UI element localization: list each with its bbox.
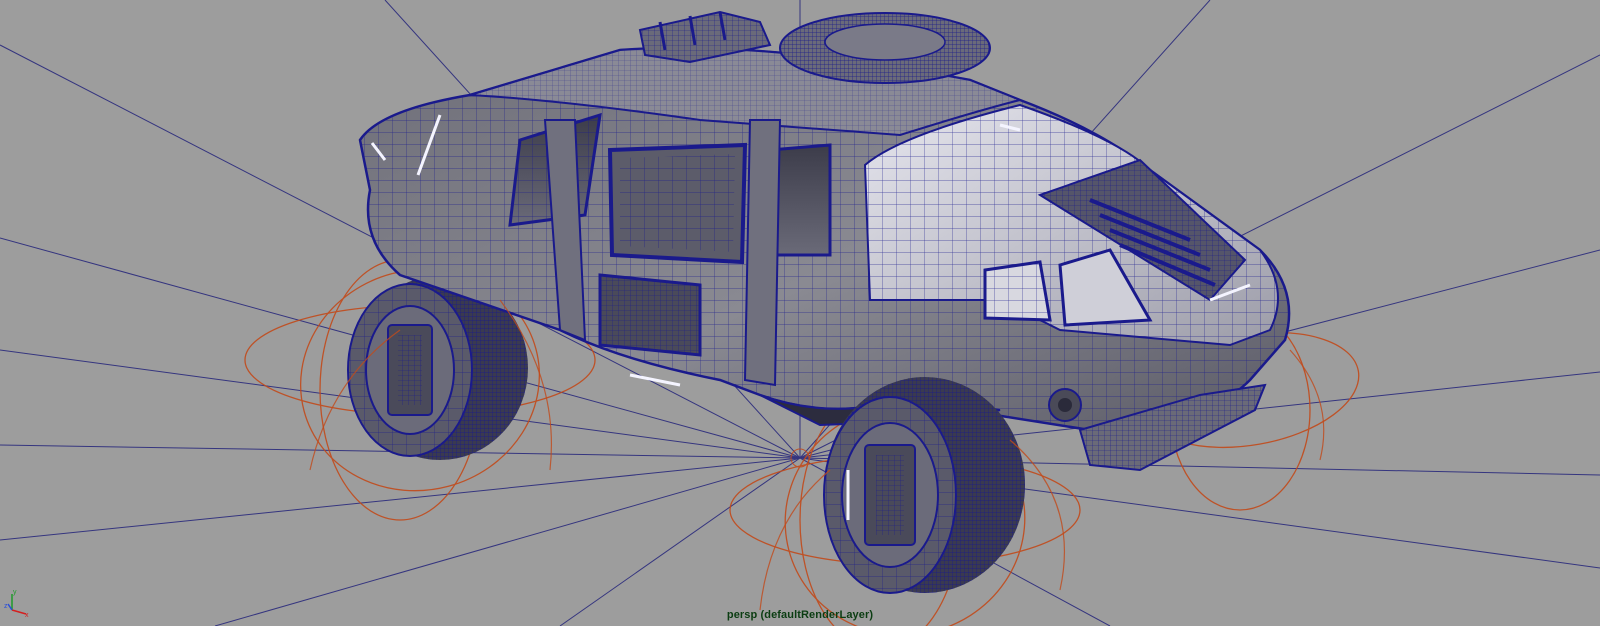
maya-perspective-viewport[interactable]: y x z persp (defaultRenderLayer): [0, 0, 1600, 626]
front-right-wheel[interactable]: [823, 377, 1025, 594]
axis-y-label: y: [13, 589, 17, 596]
scene-canvas[interactable]: [0, 0, 1600, 626]
camera-label: persp (defaultRenderLayer): [726, 609, 874, 621]
spare-tire[interactable]: [779, 12, 991, 84]
